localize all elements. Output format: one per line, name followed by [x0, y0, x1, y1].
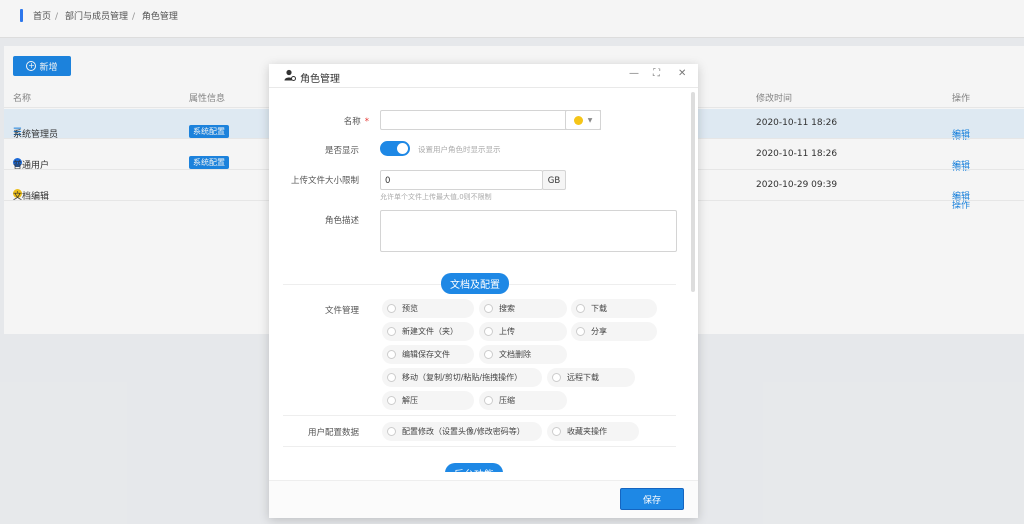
- radio-icon: [484, 327, 493, 336]
- perm-option[interactable]: 远程下载: [547, 368, 635, 387]
- required-mark: *: [364, 117, 369, 127]
- perm-option[interactable]: 解压: [382, 391, 474, 410]
- perm-option[interactable]: 下载: [571, 299, 657, 318]
- perm-option[interactable]: 收藏夹操作: [547, 422, 639, 441]
- caret-down-icon: ▼: [587, 116, 593, 124]
- perm-option[interactable]: 搜索: [479, 299, 567, 318]
- save-button[interactable]: 保存: [620, 488, 684, 510]
- radio-icon: [576, 304, 585, 313]
- dialog-body: 名称 * ▼ 是否显示 设置用户角色时显示显示 上传文件大小限制 0 GB 允许单…: [269, 88, 689, 472]
- radio-icon: [552, 427, 561, 436]
- file-mgmt-label: 文件管理: [324, 306, 359, 316]
- perm-option[interactable]: 配置修改（设置头像/修改密码等）: [382, 422, 542, 441]
- radio-icon: [552, 373, 561, 382]
- perm-option[interactable]: 编辑保存文件: [382, 345, 474, 364]
- dialog-scrollbar[interactable]: [691, 92, 695, 292]
- close-icon[interactable]: ✕: [678, 68, 686, 79]
- radio-icon: [576, 327, 585, 336]
- radio-icon: [484, 304, 493, 313]
- yellow-dot-icon: [573, 115, 583, 125]
- perm-option[interactable]: 压缩: [479, 391, 567, 410]
- radio-icon: [484, 350, 493, 359]
- show-label: 是否显示: [324, 146, 359, 156]
- maximize-icon[interactable]: ⛶: [653, 68, 660, 79]
- radio-icon: [387, 304, 396, 313]
- desc-label: 角色描述: [324, 216, 359, 226]
- section-divider: [283, 415, 676, 416]
- radio-icon: [387, 373, 396, 382]
- dialog-header: 角色管理 — ⛶ ✕: [269, 64, 698, 88]
- section-divider: [283, 446, 676, 447]
- perm-option[interactable]: 预览: [382, 299, 474, 318]
- perm-option[interactable]: 上传: [479, 322, 567, 341]
- perm-option[interactable]: 文档删除: [479, 345, 567, 364]
- perm-option[interactable]: 分享: [571, 322, 657, 341]
- show-hint: 设置用户角色时显示显示: [418, 145, 501, 154]
- user-cfg-label: 用户配置数据: [307, 428, 359, 438]
- role-dialog: 角色管理 — ⛶ ✕ 名称 * ▼ 是否显示 设置用户角色时显示显示 上传文件大小…: [269, 64, 698, 518]
- upload-hint: 允许单个文件上传最大值,0则不限制: [380, 193, 492, 201]
- user-role-icon: [284, 69, 296, 81]
- upload-limit-label: 上传文件大小限制: [290, 176, 359, 186]
- radio-icon: [387, 327, 396, 336]
- upload-unit: GB: [542, 170, 566, 190]
- show-toggle[interactable]: [380, 141, 410, 156]
- section-title-admin: 后台功能: [445, 463, 503, 472]
- perm-option[interactable]: 移动（复制/剪切/粘贴/拖拽操作）: [382, 368, 542, 387]
- name-label: 名称 *: [343, 117, 369, 127]
- dialog-title: 角色管理: [300, 74, 340, 85]
- radio-icon: [387, 396, 396, 405]
- perm-option[interactable]: 新建文件（夹）: [382, 322, 474, 341]
- upload-limit-input[interactable]: 0: [380, 170, 543, 190]
- section-title-docs: 文档及配置: [441, 273, 509, 294]
- color-picker-select[interactable]: ▼: [565, 110, 601, 130]
- dialog-footer: 保存: [269, 480, 698, 518]
- desc-textarea[interactable]: [380, 210, 677, 252]
- minimize-icon[interactable]: —: [629, 68, 639, 79]
- radio-icon: [387, 427, 396, 436]
- radio-icon: [484, 396, 493, 405]
- radio-icon: [387, 350, 396, 359]
